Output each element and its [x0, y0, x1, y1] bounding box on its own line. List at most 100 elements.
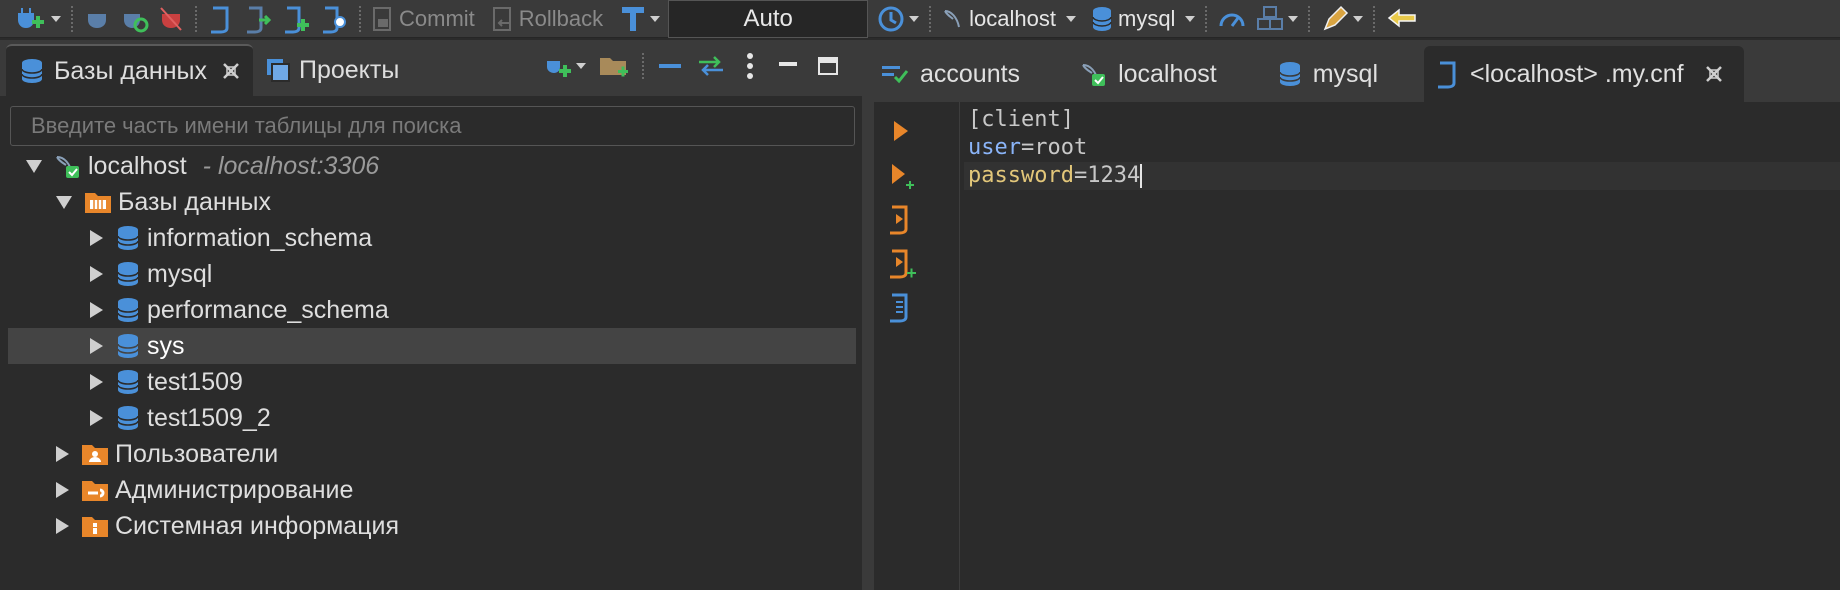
- maximize-panel-tool[interactable]: [818, 56, 838, 76]
- minimize-icon: [779, 62, 797, 66]
- chevron-down-icon[interactable]: [650, 15, 661, 22]
- chevron-down-icon[interactable]: [909, 15, 920, 22]
- expand-toggle[interactable]: [90, 338, 103, 354]
- expand-toggle[interactable]: [90, 410, 103, 426]
- rollback-button[interactable]: Rollback: [491, 2, 603, 36]
- chevron-down-icon[interactable]: [1066, 15, 1076, 22]
- code-section: [client]: [968, 107, 1074, 132]
- view-menu-tool[interactable]: [746, 52, 754, 80]
- databases-folder-icon: [84, 189, 112, 215]
- format-button[interactable]: [1320, 2, 1364, 36]
- chevron-down-icon[interactable]: [1288, 15, 1299, 22]
- transaction-icon: [622, 6, 645, 31]
- new-connection-button[interactable]: [14, 2, 61, 36]
- database-icon: [1092, 6, 1112, 31]
- tab-databases[interactable]: Базы данных: [6, 44, 253, 96]
- tab-my-cnf[interactable]: <localhost> .my.cnf: [1424, 46, 1744, 102]
- expand-toggle[interactable]: [56, 195, 72, 209]
- sql-editor-button[interactable]: [207, 2, 235, 36]
- transaction-mode-display[interactable]: Auto: [668, 0, 869, 38]
- database-name: information_schema: [147, 223, 373, 252]
- link-editor-tool[interactable]: [696, 54, 726, 78]
- search-script-button[interactable]: [319, 2, 349, 36]
- chevron-down-icon[interactable]: [1353, 15, 1364, 22]
- expand-toggle[interactable]: [90, 302, 103, 318]
- commit-button[interactable]: Commit: [371, 2, 475, 36]
- tree-node-database[interactable]: performance_schema: [0, 292, 862, 328]
- tab-accounts[interactable]: accounts: [874, 46, 1040, 102]
- expand-toggle[interactable]: [90, 374, 103, 390]
- panel-splitter[interactable]: [862, 40, 874, 590]
- execute-new-tab-icon[interactable]: [886, 160, 916, 197]
- chevron-down-icon[interactable]: [1185, 15, 1196, 22]
- connection-selector[interactable]: localhost: [941, 2, 1076, 36]
- tree-node-users-folder[interactable]: Пользователи: [0, 436, 862, 472]
- execute-statement-icon[interactable]: [886, 116, 916, 151]
- tree-node-sysinfo-folder[interactable]: Системная информация: [0, 508, 862, 544]
- sql-editor[interactable]: [client] user=root password=1234: [874, 102, 1840, 590]
- chevron-down-icon[interactable]: [51, 15, 61, 22]
- tab-mysql[interactable]: mysql: [1237, 46, 1398, 102]
- tree-node-databases-folder[interactable]: Базы данных: [0, 184, 862, 220]
- open-script-button[interactable]: [243, 2, 273, 36]
- execute-script-icon[interactable]: [886, 204, 916, 241]
- tasks-button[interactable]: [1255, 2, 1299, 36]
- close-icon[interactable]: [1704, 64, 1724, 84]
- navigator-tools: [531, 52, 838, 80]
- code-area[interactable]: [client] user=root password=1234: [964, 106, 1840, 190]
- main-toolbar: Commit Rollback Auto localhost mysql: [0, 0, 1840, 38]
- expand-toggle[interactable]: [56, 446, 69, 462]
- new-script-button[interactable]: [281, 2, 311, 36]
- tree-node-database[interactable]: mysql: [0, 256, 862, 292]
- mysql-connection-icon: [1080, 60, 1108, 88]
- connect-button[interactable]: [83, 2, 111, 36]
- tree-node-connection[interactable]: localhost - localhost:3306: [0, 148, 862, 184]
- rollback-label: Rollback: [518, 5, 604, 31]
- reconnect-button[interactable]: [119, 2, 149, 36]
- commit-label: Commit: [399, 5, 475, 31]
- database-name: test1509_2: [147, 403, 271, 432]
- history-icon: [878, 6, 904, 31]
- close-icon[interactable]: [221, 61, 241, 81]
- tree-node-database[interactable]: test1509: [0, 364, 862, 400]
- new-connection-tool[interactable]: [543, 52, 586, 80]
- dashboard-button[interactable]: [1217, 2, 1247, 36]
- tab-projects[interactable]: Проекты: [253, 44, 411, 96]
- tree-node-admin-folder[interactable]: Администрирование: [0, 472, 862, 508]
- collapse-all-tool[interactable]: [656, 56, 684, 76]
- sync-arrows-icon: [699, 56, 723, 76]
- expand-toggle[interactable]: [56, 482, 69, 498]
- boxes-icon: [1257, 5, 1284, 30]
- expand-toggle[interactable]: [56, 518, 69, 534]
- history-button[interactable]: [876, 2, 920, 36]
- transaction-mode-button[interactable]: [619, 2, 661, 36]
- expand-toggle[interactable]: [90, 230, 103, 246]
- maximize-icon: [818, 57, 838, 75]
- minimize-panel-tool[interactable]: [778, 56, 798, 76]
- explain-plan-icon[interactable]: [886, 292, 916, 329]
- sql-script-icon: [1434, 59, 1460, 89]
- database-selector[interactable]: mysql: [1090, 2, 1196, 36]
- database-icon: [115, 332, 141, 360]
- plug-add-icon: [18, 7, 44, 28]
- tab-accounts-label: accounts: [920, 59, 1021, 88]
- tree-node-database-selected[interactable]: sys: [8, 328, 856, 364]
- back-button[interactable]: [1385, 2, 1419, 36]
- toolbar-separator: [929, 5, 932, 32]
- execute-script-new-tab-icon[interactable]: [886, 248, 918, 285]
- editor-action-gutter: [874, 102, 960, 590]
- disconnect-button[interactable]: [157, 2, 185, 36]
- code-line: user=root: [964, 134, 1840, 162]
- expand-toggle[interactable]: [26, 159, 42, 173]
- tree-node-database[interactable]: information_schema: [0, 220, 862, 256]
- table-search-input[interactable]: [11, 107, 854, 145]
- table-search-field[interactable]: [10, 106, 855, 146]
- tab-databases-label: Базы данных: [54, 56, 207, 85]
- new-folder-tool[interactable]: [598, 52, 630, 80]
- expand-toggle[interactable]: [90, 266, 103, 282]
- chevron-down-icon[interactable]: [576, 63, 586, 69]
- tab-localhost[interactable]: localhost: [1040, 46, 1237, 102]
- tree-node-database[interactable]: test1509_2: [0, 400, 862, 436]
- database-navigator-panel: Базы данных Проекты Введите часть имени …: [0, 40, 862, 590]
- more-vertical-icon: [747, 53, 753, 79]
